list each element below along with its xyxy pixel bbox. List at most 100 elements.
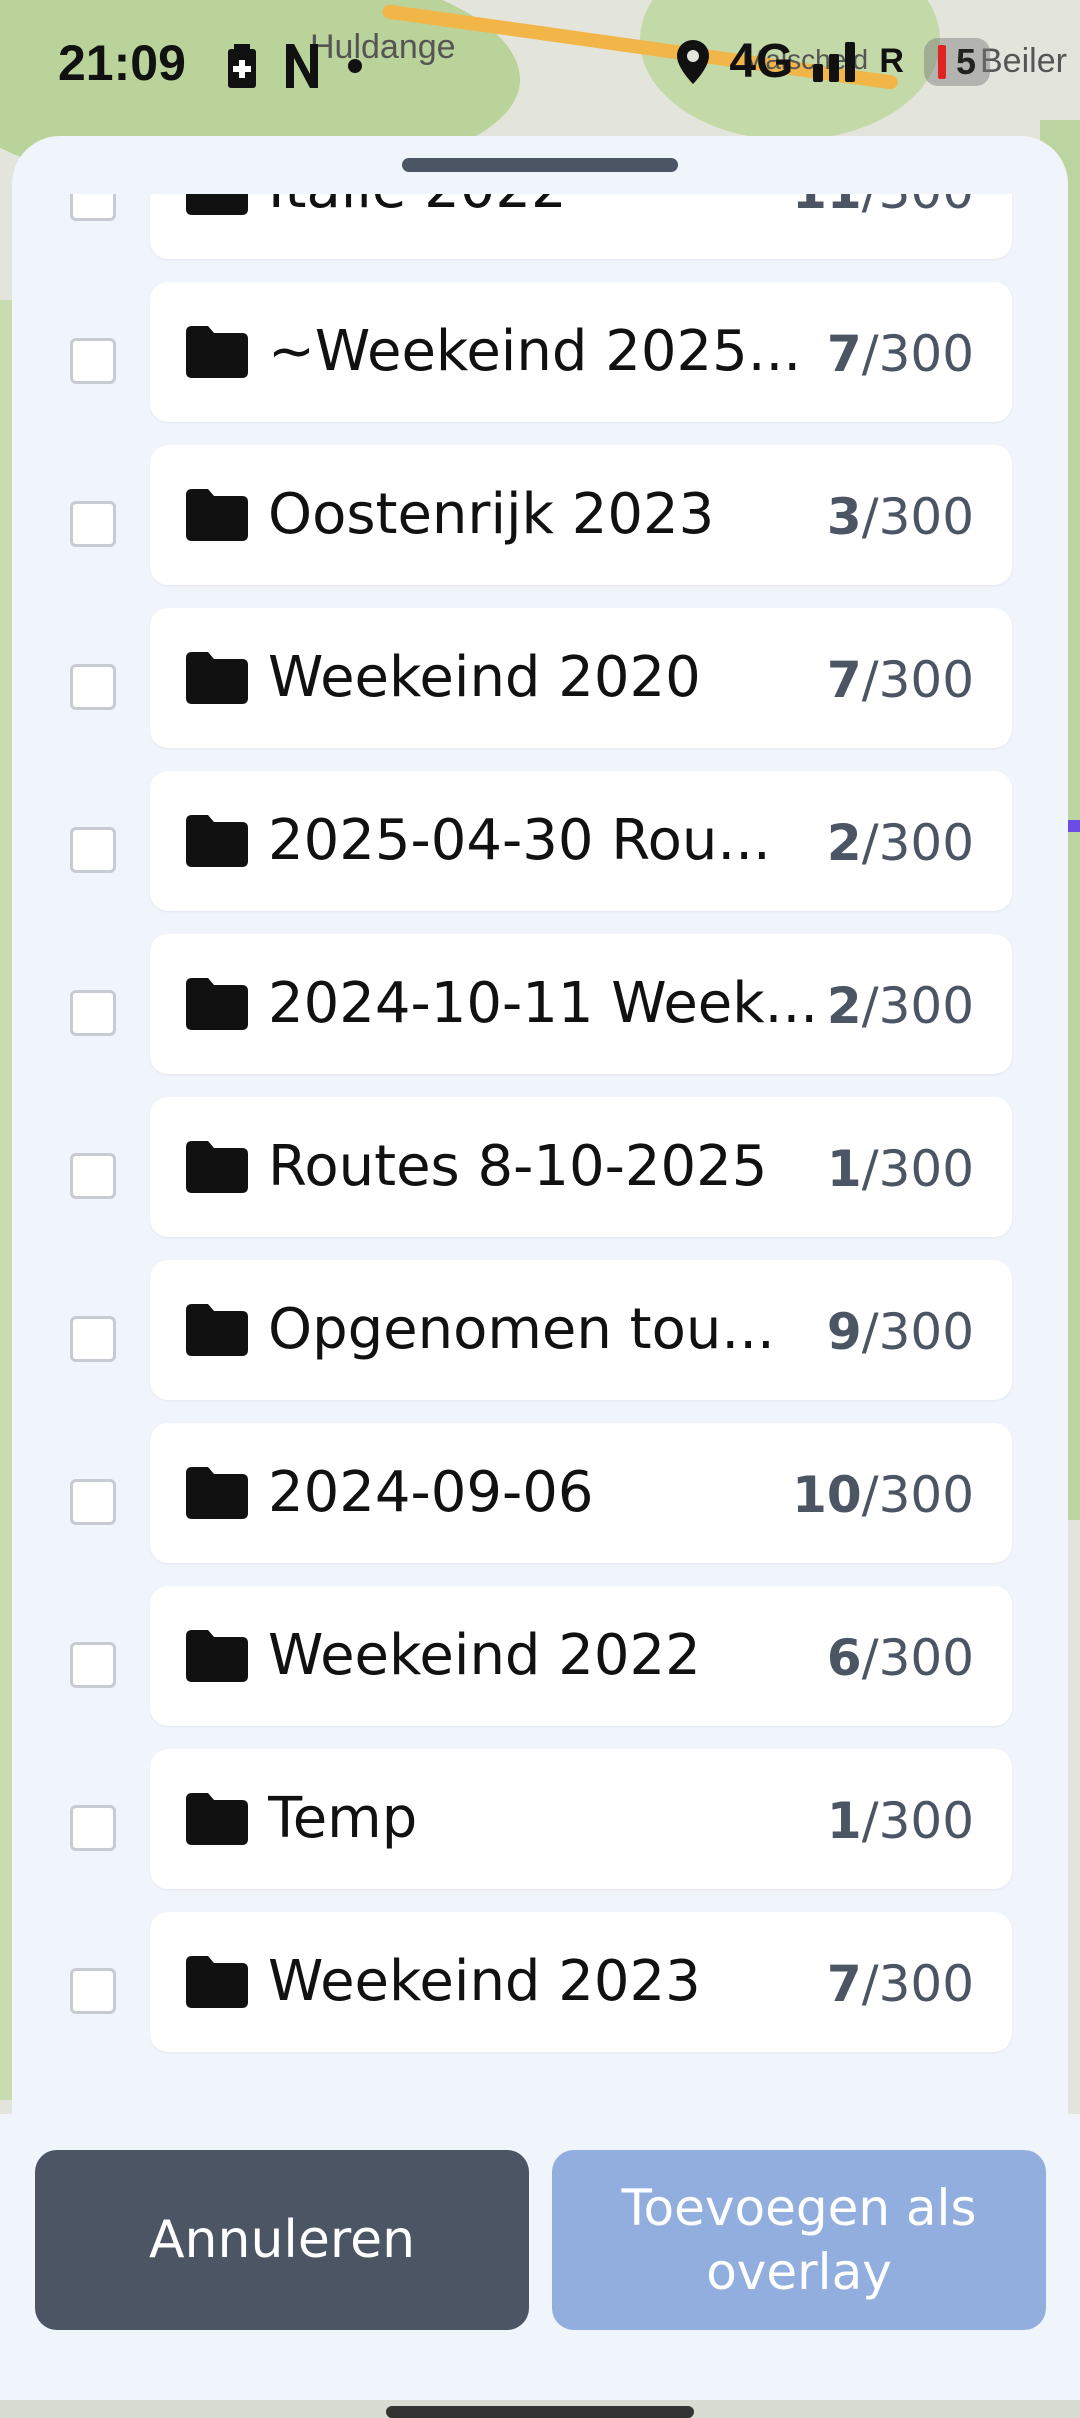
folder-checkbox[interactable]	[70, 1805, 116, 1851]
folder-icon	[186, 1793, 248, 1845]
folder-card[interactable]: Weekeind 2022 6/300	[150, 1586, 1012, 1726]
signal-icon	[813, 41, 856, 82]
folder-icon	[186, 978, 248, 1030]
folder-icon	[186, 489, 248, 541]
folder-card[interactable]: ~Weekeind 2025... 7/300	[150, 282, 1012, 422]
roaming-indicator: R	[879, 42, 904, 80]
folder-count-max: /300	[861, 651, 974, 709]
cancel-button[interactable]: Annuleren	[35, 2150, 529, 2330]
folder-row[interactable]: Routes 8-10-2025 1/300	[12, 1097, 1068, 1260]
folder-row[interactable]: Oostenrijk 2023 3/300	[12, 445, 1068, 608]
folder-card[interactable]: Italie 202211/300	[150, 194, 1012, 259]
folder-checkbox[interactable]	[70, 827, 116, 873]
folder-count: 1/300	[827, 1139, 974, 1199]
n-app-icon	[286, 44, 318, 88]
folder-count-max: /300	[862, 194, 974, 220]
folder-count: 7/300	[827, 324, 974, 384]
battery-indicator: 5	[923, 37, 990, 86]
folder-name: Weekeind 2020	[268, 646, 701, 710]
folder-name: 2024-10-11 Week...	[268, 972, 819, 1036]
folder-count-value: 7	[826, 651, 862, 709]
folder-name: ~Weekeind 2025...	[268, 320, 802, 384]
folder-count-value: 2	[826, 977, 862, 1035]
folder-icon	[186, 1304, 248, 1356]
folder-count: 7/300	[827, 650, 974, 710]
folder-checkbox[interactable]	[70, 338, 116, 384]
network-type: 4G	[729, 35, 794, 88]
folder-count-value: 10	[792, 1466, 862, 1524]
folder-row[interactable]: ~Weekeind 2025... 7/300	[12, 282, 1068, 445]
folder-count: 3/300	[827, 487, 974, 547]
folder-count-value: 6	[826, 1629, 862, 1687]
folder-count: 6/300	[827, 1628, 974, 1688]
folder-row[interactable]: Weekeind 2023 7/300	[12, 1912, 1068, 2075]
folder-row[interactable]: 2024-10-11 Week... 2/300	[12, 934, 1068, 1097]
folder-checkbox[interactable]	[70, 501, 116, 547]
folder-checkbox[interactable]	[70, 1968, 116, 2014]
folder-count-max: /300	[861, 1629, 974, 1687]
folder-checkbox[interactable]	[70, 664, 116, 710]
battery-low-icon	[937, 44, 946, 79]
folder-count-value: 7	[826, 1955, 862, 2013]
folder-count: 11/300	[792, 194, 974, 221]
folder-name: Weekeind 2022	[268, 1624, 701, 1688]
battery-saver-icon	[228, 44, 256, 88]
folder-card[interactable]: Oostenrijk 2023 3/300	[150, 445, 1012, 585]
folder-icon	[186, 326, 248, 378]
folder-checkbox[interactable]	[70, 1316, 116, 1362]
folder-checkbox[interactable]	[70, 194, 116, 221]
folder-row[interactable]: Weekeind 2022 6/300	[12, 1586, 1068, 1749]
folder-icon	[186, 1141, 248, 1193]
folder-count: 2/300	[827, 976, 974, 1036]
folder-checkbox[interactable]	[70, 1153, 116, 1199]
folder-picker-sheet: Week Alpen10/300Italie 202211/300~Weekei…	[12, 136, 1068, 2400]
folder-count-max: /300	[861, 814, 974, 872]
folder-icon	[186, 1467, 248, 1519]
folder-row[interactable]: Weekeind 2020 7/300	[12, 608, 1068, 771]
folder-row[interactable]: Opgenomen tou... 9/300	[12, 1260, 1068, 1423]
folder-name: 2024-09-06	[268, 1461, 594, 1525]
folder-name: Temp	[268, 1787, 418, 1851]
folder-count-value: 1	[826, 1140, 862, 1198]
folder-name: Oostenrijk 2023	[268, 483, 715, 547]
folder-count-max: /300	[861, 1955, 974, 2013]
folder-card[interactable]: Opgenomen tou... 9/300	[150, 1260, 1012, 1400]
folder-count-value: 1	[826, 1792, 862, 1850]
status-bar: 21:09 4G R 5	[0, 0, 1080, 130]
location-icon	[677, 39, 710, 84]
folder-checkbox[interactable]	[70, 990, 116, 1036]
folder-name: Italie 2022	[268, 194, 828, 221]
folder-count-value: 7	[826, 325, 862, 383]
folder-row[interactable]: Italie 202211/300	[12, 194, 1068, 282]
folder-checkbox[interactable]	[70, 1479, 116, 1525]
folder-name: Opgenomen tou...	[268, 1298, 775, 1362]
folder-icon	[186, 194, 248, 215]
folder-card[interactable]: Weekeind 2020 7/300	[150, 608, 1012, 748]
folder-checkbox[interactable]	[70, 1642, 116, 1688]
folder-count: 1/300	[827, 1791, 974, 1851]
folder-icon	[186, 1630, 248, 1682]
folder-row[interactable]: Temp 1/300	[12, 1749, 1068, 1912]
folder-card[interactable]: Weekeind 2023 7/300	[150, 1912, 1012, 2052]
folder-card[interactable]: Routes 8-10-2025 1/300	[150, 1097, 1012, 1237]
gesture-nav-bar[interactable]	[386, 2406, 694, 2418]
folder-count-value: 3	[826, 488, 862, 546]
folder-card[interactable]: 2024-09-06 10/300	[150, 1423, 1012, 1563]
folder-row[interactable]: 2025-04-30 Rou... 2/300	[12, 771, 1068, 934]
dot-icon	[348, 59, 362, 73]
sheet-drag-handle[interactable]	[402, 158, 678, 172]
folder-count-max: /300	[861, 1303, 974, 1361]
folder-card[interactable]: 2024-10-11 Week... 2/300	[150, 934, 1012, 1074]
folder-card[interactable]: 2025-04-30 Rou... 2/300	[150, 771, 1012, 911]
folder-row[interactable]: 2024-09-06 10/300	[12, 1423, 1068, 1586]
add-as-overlay-button[interactable]: Toevoegen als overlay	[552, 2150, 1046, 2330]
folder-count-max: /300	[861, 488, 974, 546]
folder-count: 10/300	[792, 1465, 974, 1525]
status-time: 21:09	[58, 35, 186, 91]
folder-count-max: /300	[861, 1792, 974, 1850]
folder-icon	[186, 652, 248, 704]
folder-list[interactable]: Week Alpen10/300Italie 202211/300~Weekei…	[12, 194, 1068, 2114]
folder-name: Weekeind 2023	[268, 1950, 701, 2014]
folder-card[interactable]: Temp 1/300	[150, 1749, 1012, 1889]
folder-count-max: /300	[861, 1140, 974, 1198]
